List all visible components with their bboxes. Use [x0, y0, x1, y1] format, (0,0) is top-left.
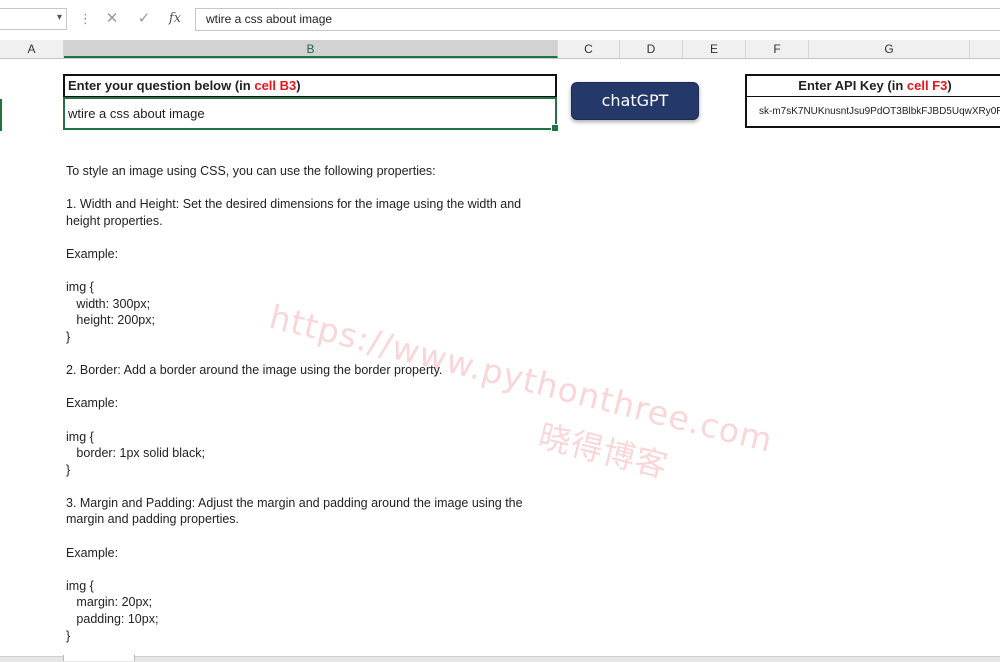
- api-label-suffix: ): [947, 78, 952, 93]
- column-headers: A B C D E F G: [0, 40, 1000, 59]
- column-header-d[interactable]: D: [620, 40, 683, 58]
- answer-text[interactable]: To style an image using CSS, you can use…: [66, 163, 556, 644]
- column-header-a[interactable]: A: [0, 40, 64, 58]
- column-header-e[interactable]: E: [683, 40, 746, 58]
- active-row-marker: [0, 99, 2, 131]
- api-label-prefix: Enter API Key (in: [798, 78, 907, 93]
- chevron-down-icon[interactable]: ▾: [57, 12, 62, 23]
- column-header-g[interactable]: G: [809, 40, 970, 58]
- question-label-suffix: ): [296, 78, 301, 93]
- fill-handle[interactable]: [551, 124, 559, 132]
- api-label-cell: cell F3: [906, 78, 948, 93]
- column-header-f[interactable]: F: [746, 40, 809, 58]
- question-label-prefix: Enter your question below (in: [68, 78, 255, 93]
- api-key-label[interactable]: Enter API Key (in cell F3): [745, 74, 1000, 98]
- sheet-tab-bar: [0, 656, 1000, 662]
- enter-check-icon[interactable]: ✓: [134, 9, 154, 29]
- cancel-icon[interactable]: ✕: [102, 9, 122, 29]
- column-header-c[interactable]: C: [558, 40, 620, 58]
- formula-input[interactable]: wtire a css about image: [195, 8, 1000, 31]
- watermark-text: 晓得博客: [534, 416, 673, 486]
- sheet-tab[interactable]: [63, 655, 135, 661]
- question-label-cell: cell B3: [254, 78, 297, 93]
- formula-bar: ▾ ⋮ ✕ ✓ fx wtire a css about image: [0, 0, 1000, 41]
- worksheet-grid: Enter your question below (in cell B3) w…: [0, 59, 1000, 661]
- chatgpt-button[interactable]: chatGPT: [571, 82, 699, 120]
- name-box[interactable]: ▾: [0, 8, 67, 30]
- question-cell-b3[interactable]: wtire a css about image: [63, 97, 559, 132]
- question-label[interactable]: Enter your question below (in cell B3): [63, 74, 557, 98]
- api-key-cell-f3[interactable]: sk-m7sK7NUKnusntJsu9PdOT3BlbkFJBD5UqwXRy…: [745, 97, 1000, 128]
- more-options-icon[interactable]: ⋮: [79, 10, 92, 28]
- column-header-b[interactable]: B: [64, 40, 558, 58]
- question-value: wtire a css about image: [68, 106, 205, 121]
- insert-function-icon[interactable]: fx: [165, 9, 185, 29]
- column-header-next[interactable]: [970, 40, 1000, 58]
